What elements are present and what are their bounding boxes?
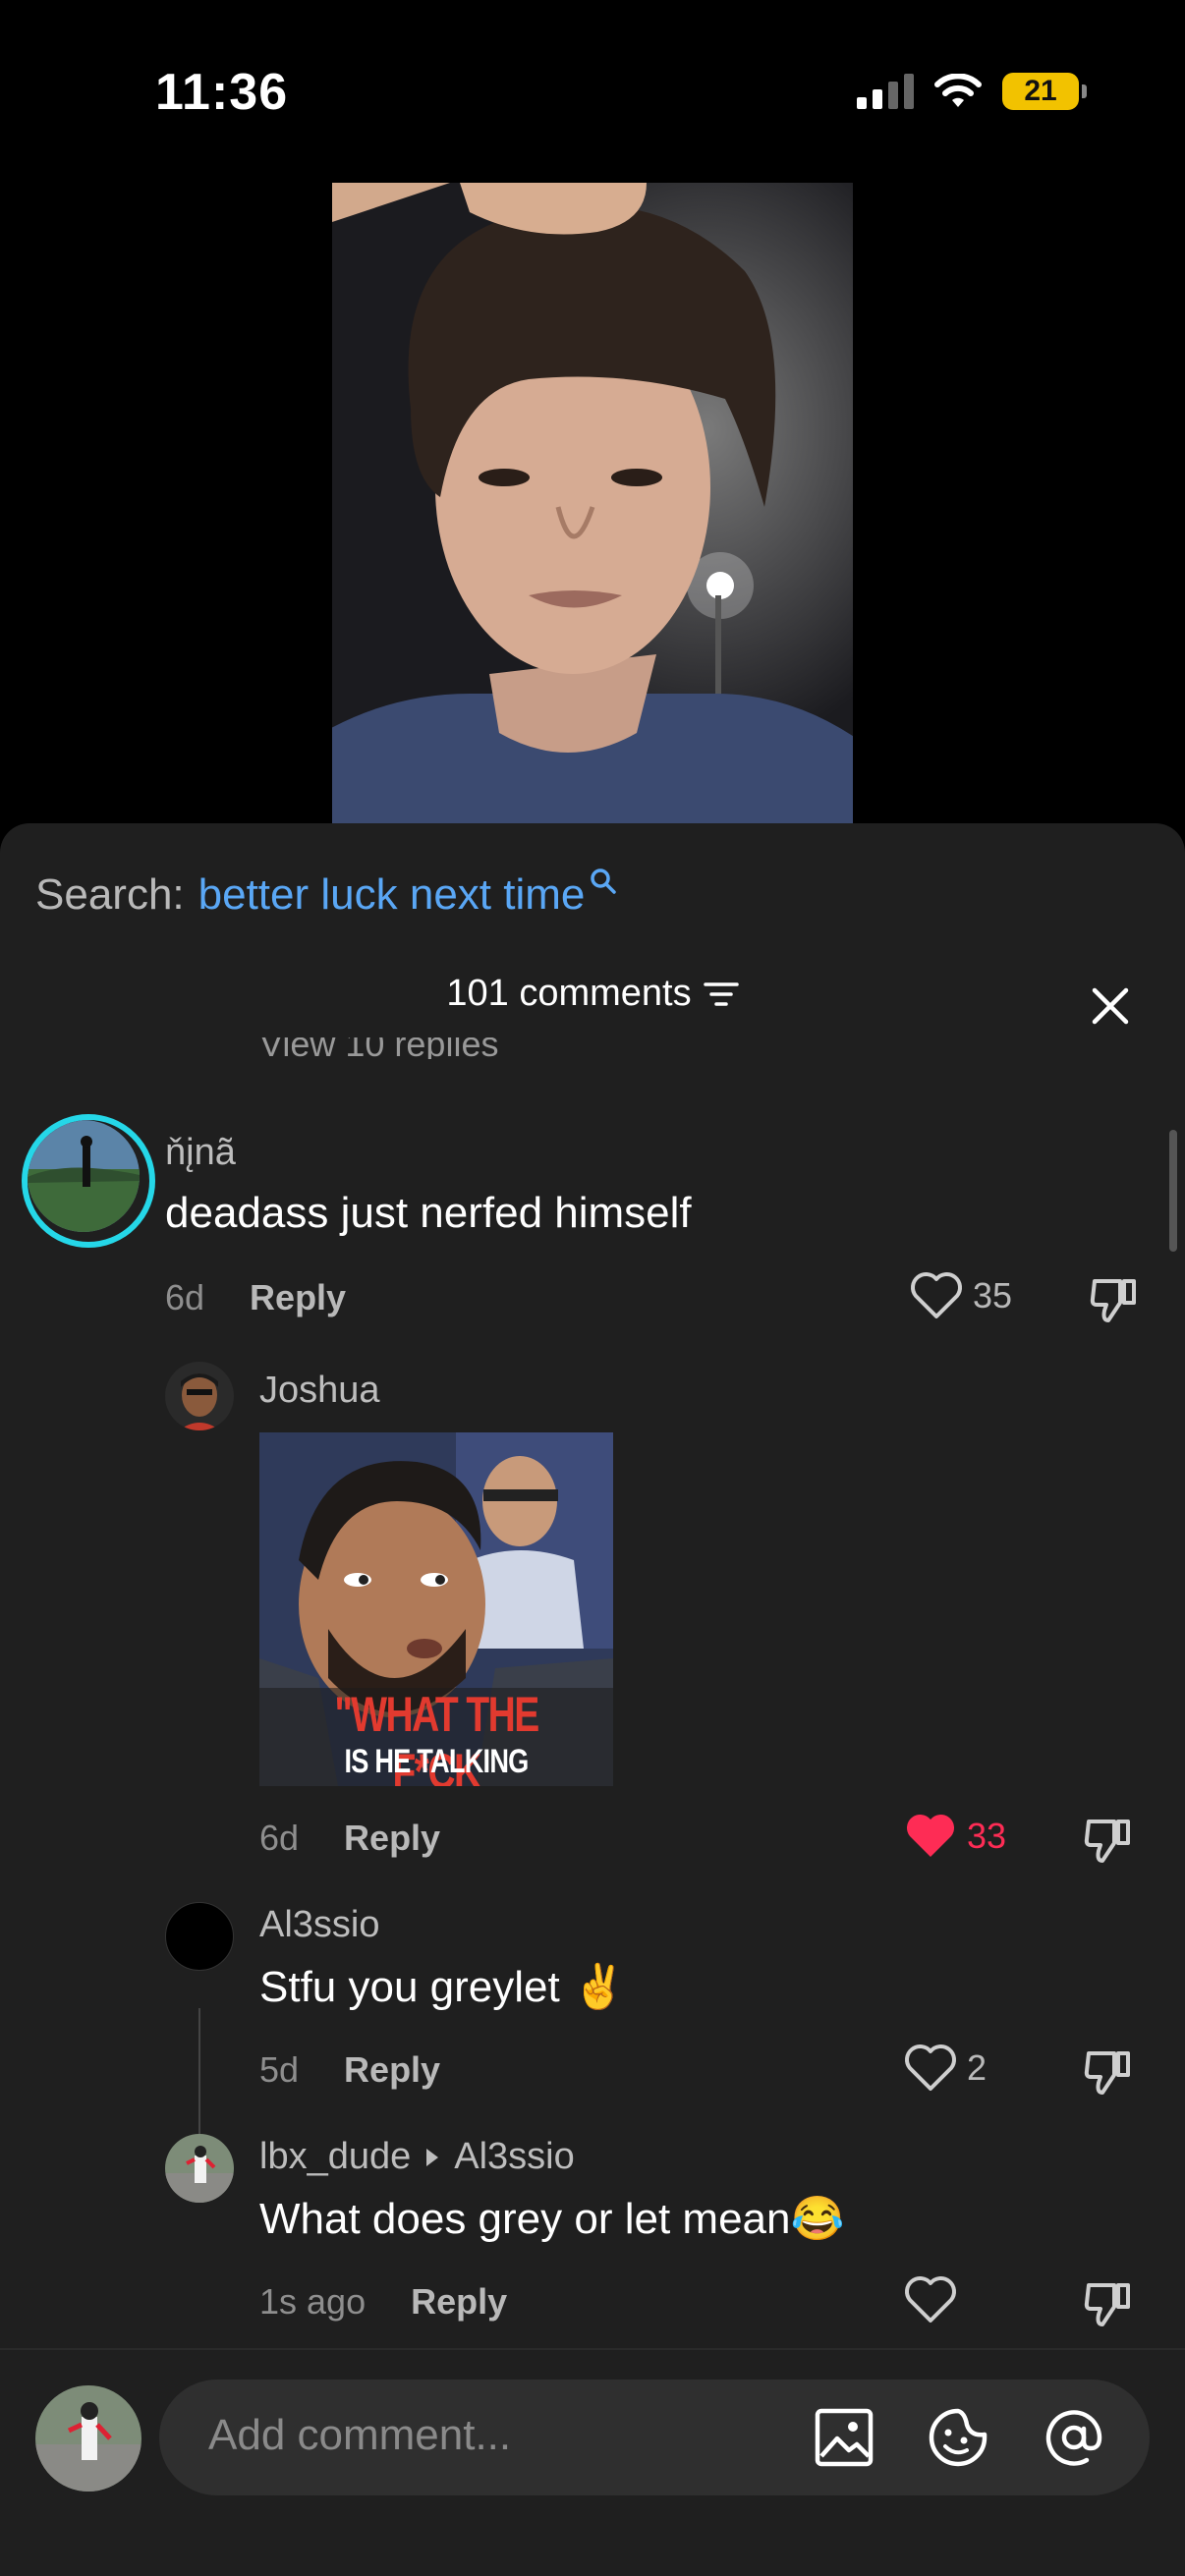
- comments-count: 101 comments: [446, 973, 692, 1014]
- comments-header: 101 comments: [0, 973, 1185, 1015]
- like-count: 33: [967, 1816, 1007, 1856]
- battery-indicator: 21: [1002, 73, 1087, 110]
- signal-icon: [857, 74, 914, 109]
- like-count: 35: [973, 1275, 1013, 1316]
- heart-icon: [905, 2044, 956, 2091]
- comment-time: 6d: [259, 1818, 300, 1858]
- avatar[interactable]: [165, 1902, 234, 1971]
- comment-meta: 6d Reply: [259, 1818, 440, 1859]
- reply-arrow-icon: [426, 2148, 439, 2166]
- like-button[interactable]: 35: [910, 1271, 1012, 1320]
- wifi-icon: [934, 74, 982, 107]
- thread-line: [198, 2008, 200, 2136]
- reply-button[interactable]: Reply: [344, 2049, 440, 2091]
- like-button[interactable]: [904, 2275, 967, 2324]
- comment-input-bar: Add comment...: [0, 2348, 1185, 2576]
- avatar[interactable]: [165, 2134, 234, 2203]
- status-bar: 11:36 21: [0, 0, 1185, 187]
- comments-sheet: Search: better luck next time 101 commen…: [0, 823, 1185, 2576]
- image-icon[interactable]: [814, 2407, 875, 2468]
- comment-input-placeholder: Add comment...: [208, 2411, 512, 2459]
- heart-filled-icon: [906, 1814, 955, 1857]
- dislike-icon[interactable]: [1087, 1273, 1140, 1326]
- like-button[interactable]: 2: [904, 2044, 987, 2093]
- search-label: Search:: [35, 870, 185, 919]
- scrollbar[interactable]: [1169, 1130, 1177, 1252]
- like-count: 2: [967, 2047, 988, 2088]
- dislike-icon[interactable]: [1081, 2277, 1134, 2330]
- comment-time: 5d: [259, 2049, 300, 2090]
- search-icon: [591, 868, 617, 894]
- avatar[interactable]: [165, 1362, 234, 1430]
- status-time: 11:36: [155, 64, 289, 121]
- heart-icon: [911, 1272, 962, 1318]
- emoji-sticker-icon[interactable]: [928, 2407, 988, 2468]
- heart-icon: [905, 2276, 956, 2323]
- comment-username[interactable]: Joshua: [259, 1370, 380, 1412]
- sticker-caption-line2: IS HE TALKING ABOUT?": [344, 1743, 529, 1786]
- dislike-icon[interactable]: [1081, 2045, 1134, 2099]
- comment-meta: 5d Reply: [259, 2049, 440, 2091]
- current-user-avatar[interactable]: [35, 2385, 141, 2492]
- comment-text: deadass just nerfed himself: [165, 1189, 692, 1237]
- comment-time: 1s ago: [259, 2281, 367, 2322]
- reply-to-user[interactable]: Al3ssio: [454, 2136, 575, 2178]
- comment-username[interactable]: Al3ssio: [259, 1904, 380, 1946]
- like-button[interactable]: 33: [904, 1812, 1006, 1861]
- reply-author[interactable]: lbx_dude: [259, 2136, 411, 2178]
- comment-text: What does grey or let mean😂: [259, 2195, 845, 2243]
- view-replies-link-partial[interactable]: View 10 replies: [259, 1037, 498, 1059]
- comment-meta: 1s ago Reply: [259, 2281, 507, 2323]
- video-preview[interactable]: [332, 183, 853, 831]
- video-frame-image: [332, 183, 853, 831]
- comment-meta: 6d Reply: [165, 1277, 346, 1318]
- comment-username[interactable]: ňįnã: [165, 1132, 236, 1174]
- avatar[interactable]: [22, 1114, 155, 1248]
- close-icon[interactable]: [1087, 982, 1134, 1030]
- comment-text: Stfu you greylet ✌️: [259, 1963, 626, 2011]
- status-icons: 21: [857, 73, 1087, 110]
- sort-filter-icon[interactable]: [703, 980, 739, 1009]
- reply-button[interactable]: Reply: [411, 2281, 507, 2323]
- comment-username[interactable]: lbx_dude Al3ssio: [259, 2136, 575, 2178]
- search-term-link[interactable]: better luck next time: [198, 870, 586, 920]
- search-suggestion[interactable]: Search: better luck next time: [35, 868, 618, 920]
- comment-time: 6d: [165, 1277, 205, 1317]
- mention-icon[interactable]: [1044, 2407, 1104, 2468]
- comment-sticker-image[interactable]: "WHAT THE F*CK IS HE TALKING ABOUT?": [259, 1432, 613, 1786]
- reply-button[interactable]: Reply: [344, 1818, 440, 1859]
- comment-input[interactable]: Add comment...: [159, 2380, 1150, 2495]
- dislike-icon[interactable]: [1081, 1814, 1134, 1867]
- reply-button[interactable]: Reply: [250, 1277, 346, 1318]
